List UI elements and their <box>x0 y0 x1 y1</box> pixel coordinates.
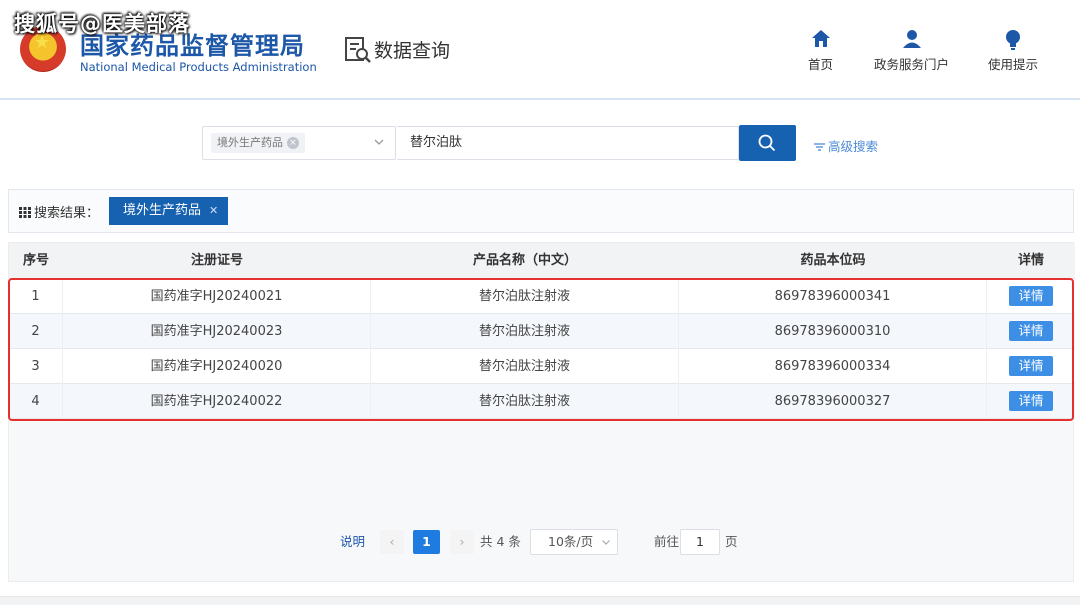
results-label-text: 搜索结果： <box>34 206 100 221</box>
category-chip-label: 境外生产药品 <box>217 136 283 149</box>
search-button[interactable] <box>739 125 796 161</box>
page-suffix: 页 <box>725 534 738 549</box>
detail-button[interactable]: 详情 <box>1009 286 1053 306</box>
search-icon <box>758 134 776 152</box>
cell-drug-code: 86978396000327 <box>679 384 987 419</box>
cell-index: 4 <box>9 384 63 419</box>
chevron-down-icon <box>602 540 610 545</box>
cell-product-name: 替尔泊肽注射液 <box>371 279 679 314</box>
category-chip: 境外生产药品 × <box>211 133 305 153</box>
lightbulb-icon <box>1006 30 1020 50</box>
table-row: 4 国药准字HJ20240022 替尔泊肽注射液 86978396000327 … <box>9 384 1075 419</box>
nav-home-label: 首页 <box>808 57 834 72</box>
nav-home[interactable]: 首页 <box>808 28 833 73</box>
filter-tag[interactable]: 境外生产药品 ✕ <box>109 197 229 225</box>
total-count: 共 4 条 <box>480 534 521 549</box>
next-page-button[interactable]: › <box>450 530 474 554</box>
cell-detail: 详情 <box>987 384 1075 419</box>
data-query-icon <box>345 37 371 63</box>
pagination-help-link[interactable]: 说明 <box>340 530 365 554</box>
prev-page-button[interactable]: ‹ <box>380 530 404 554</box>
header-reg-no: 注册证号 <box>190 253 243 268</box>
chevron-down-icon <box>374 139 384 145</box>
filter-icon <box>814 143 825 151</box>
table-row: 1 国药准字HJ20240021 替尔泊肽注射液 86978396000341 … <box>9 279 1075 314</box>
filter-tag-label: 境外生产药品 <box>123 203 202 218</box>
advanced-search-link[interactable]: 高级搜索 <box>814 136 878 155</box>
header-index: 序号 <box>22 253 49 268</box>
cell-index: 3 <box>9 349 63 384</box>
category-select[interactable]: 境外生产药品 × <box>202 126 396 160</box>
detail-button[interactable]: 详情 <box>1009 321 1053 341</box>
watermark: 搜狐号@医美部落 <box>14 12 190 36</box>
nav-service-portal-label: 政务服务门户 <box>874 57 950 72</box>
cell-reg-no: 国药准字HJ20240020 <box>63 349 371 384</box>
search-input[interactable]: 替尔泊肽 <box>397 126 739 160</box>
results-label: 搜索结果： <box>19 202 99 221</box>
page-size-select[interactable]: 10条/页 <box>530 529 618 555</box>
cell-product-name: 替尔泊肽注射液 <box>371 384 679 419</box>
close-icon[interactable]: × <box>287 137 299 149</box>
header-detail: 详情 <box>1017 253 1044 268</box>
goto-label: 前往 <box>654 534 680 549</box>
agency-name-en[interactable]: National Medical Products Administration <box>80 60 317 74</box>
detail-button[interactable]: 详情 <box>1009 391 1053 411</box>
cell-detail: 详情 <box>987 279 1075 314</box>
user-icon <box>902 30 921 48</box>
section-title: 数据查询 <box>374 40 451 62</box>
cell-index: 1 <box>9 279 63 314</box>
home-icon <box>811 30 830 47</box>
cell-reg-no: 国药准字HJ20240023 <box>63 314 371 349</box>
footer-strip <box>0 596 1080 605</box>
cell-detail: 详情 <box>987 349 1075 384</box>
results-bar: 搜索结果： 境外生产药品 ✕ <box>8 189 1074 233</box>
advanced-search-label: 高级搜索 <box>828 139 879 154</box>
table-row: 2 国药准字HJ20240023 替尔泊肽注射液 86978396000310 … <box>9 314 1075 349</box>
nav-usage-tips-label: 使用提示 <box>988 57 1039 72</box>
detail-button[interactable]: 详情 <box>1009 356 1053 376</box>
cell-detail: 详情 <box>987 314 1075 349</box>
grid-icon <box>19 207 31 218</box>
goto-page-input[interactable]: 1 <box>680 529 720 555</box>
cell-drug-code: 86978396000341 <box>679 279 987 314</box>
table-row: 3 国药准字HJ20240020 替尔泊肽注射液 86978396000334 … <box>9 349 1075 384</box>
cell-reg-no: 国药准字HJ20240022 <box>63 384 371 419</box>
cell-drug-code: 86978396000334 <box>679 349 987 384</box>
cell-product-name: 替尔泊肽注射液 <box>371 349 679 384</box>
nav-service-portal[interactable]: 政务服务门户 <box>874 28 949 73</box>
page-1-button[interactable]: 1 <box>413 530 440 554</box>
header-drug-code: 药品本位码 <box>800 253 866 268</box>
page-size-label: 10条/页 <box>548 534 594 549</box>
cell-index: 2 <box>9 314 63 349</box>
header-product-name: 产品名称（中文） <box>472 253 577 268</box>
cell-drug-code: 86978396000310 <box>679 314 987 349</box>
cell-reg-no: 国药准字HJ20240021 <box>63 279 371 314</box>
close-icon[interactable]: ✕ <box>209 204 218 217</box>
nav-usage-tips[interactable]: 使用提示 <box>988 28 1038 73</box>
cell-product-name: 替尔泊肽注射液 <box>371 314 679 349</box>
table-header: 序号 注册证号 产品名称（中文） 药品本位码 详情 <box>9 243 1075 279</box>
